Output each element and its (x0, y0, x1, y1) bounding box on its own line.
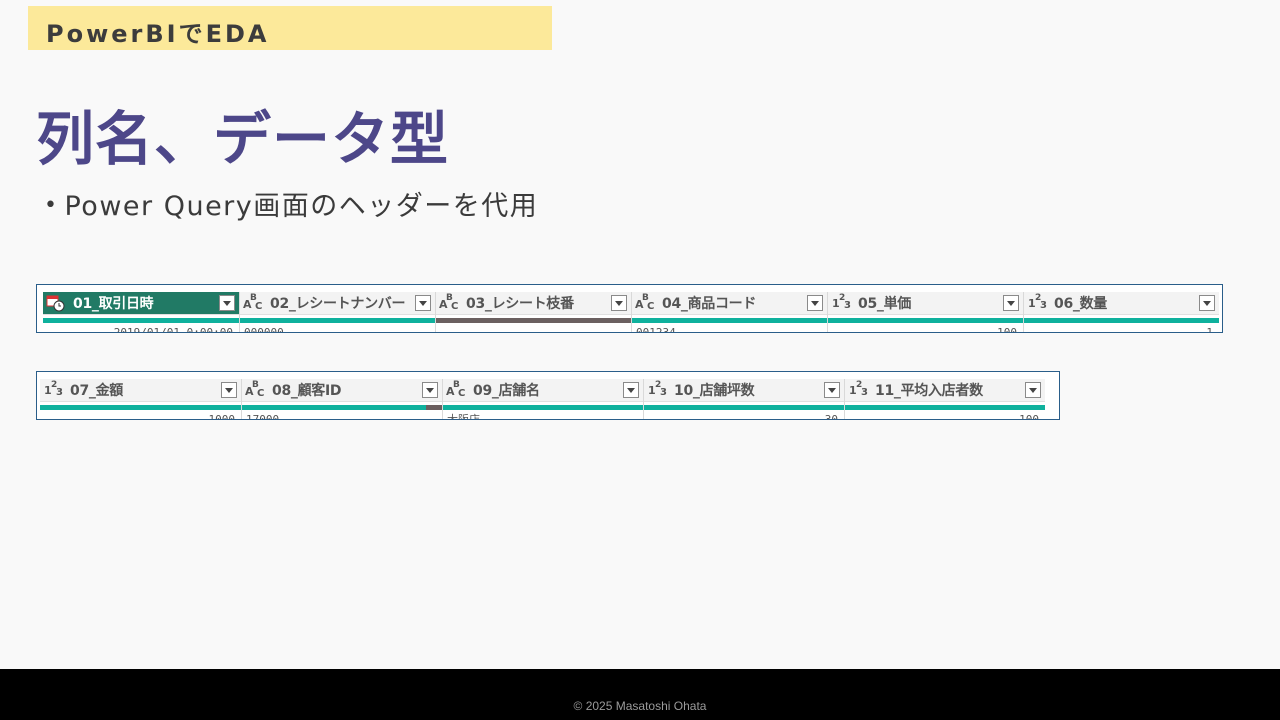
cell-peek: 001234 (636, 326, 676, 333)
column-name: 04_商品コード (662, 296, 757, 312)
column-filter-dropdown-icon[interactable] (221, 382, 237, 398)
text-type-icon[interactable]: ABC (243, 293, 265, 313)
column-name: 07_金額 (70, 383, 123, 399)
column-filter-dropdown-icon[interactable] (807, 295, 823, 311)
bullet-item: • Power Query画面のヘッダーを代用 (44, 184, 538, 223)
bullet-dot-icon: • (44, 193, 59, 218)
column-quality-bar (845, 405, 1045, 410)
column-quality-bar (40, 405, 241, 410)
column-quality-bar (240, 318, 435, 323)
cell-peek (436, 325, 631, 332)
number-type-icon[interactable]: 123 (1027, 293, 1049, 313)
column-02-header[interactable]: ABC 02_レシートナンバー 000000 (239, 292, 435, 332)
section-tag-label: PowerBIでEDA (46, 20, 270, 48)
column-quality-bar (43, 318, 239, 323)
column-name: 11_平均入店者数 (875, 383, 983, 399)
bullet-text: Power Query画面のヘッダーを代用 (64, 191, 539, 222)
column-03-header[interactable]: ABC 03_レシート枝番 (435, 292, 631, 332)
cell-peek: 100 (997, 326, 1017, 333)
column-name: 10_店舗坪数 (674, 383, 755, 399)
column-filter-dropdown-icon[interactable] (422, 382, 438, 398)
column-quality-bar (443, 405, 643, 410)
column-08-header[interactable]: ABC 08_顧客ID 17000 (241, 379, 442, 419)
footer-bar: © 2025 Masatoshi Ohata (0, 669, 1280, 720)
text-type-icon[interactable]: ABC (245, 380, 267, 400)
slide-title: 列名、データ型 (36, 105, 450, 173)
column-07-header[interactable]: 123 07_金額 1000 (40, 379, 241, 419)
text-type-icon[interactable]: ABC (446, 380, 468, 400)
cell-peek: 000000 (244, 326, 284, 333)
number-type-icon[interactable]: 123 (848, 380, 870, 400)
cell-peek: 100 (1019, 413, 1039, 420)
column-quality-bar (644, 405, 844, 410)
column-filter-dropdown-icon[interactable] (1199, 295, 1215, 311)
column-name: 01_取引日時 (73, 296, 154, 312)
column-name: 02_レシートナンバー (270, 296, 406, 312)
column-09-header[interactable]: ABC 09_店舗名 大阪店 (442, 379, 643, 419)
cell-peek: 30 (824, 413, 838, 420)
number-type-icon[interactable]: 123 (831, 293, 853, 313)
column-filter-dropdown-icon[interactable] (1025, 382, 1041, 398)
column-filter-dropdown-icon[interactable] (415, 295, 431, 311)
column-05-header[interactable]: 123 05_単価 100 (827, 292, 1023, 332)
column-quality-bar (828, 318, 1023, 323)
text-type-icon[interactable]: ABC (635, 293, 657, 313)
column-filter-dropdown-icon[interactable] (623, 382, 639, 398)
column-11-header[interactable]: 123 11_平均入店者数 100 (844, 379, 1045, 419)
column-quality-bar (242, 405, 442, 410)
column-name: 08_顧客ID (272, 383, 342, 399)
column-06-header[interactable]: 123 06_数量 1 (1023, 292, 1219, 332)
column-name: 06_数量 (1054, 296, 1107, 312)
column-filter-dropdown-icon[interactable] (824, 382, 840, 398)
column-name: 03_レシート枝番 (466, 296, 574, 312)
column-filter-dropdown-icon[interactable] (219, 295, 235, 311)
cell-peek: 大阪店 (447, 413, 480, 420)
column-quality-bar (1024, 318, 1219, 323)
cell-peek: 2019/01/01 0:00:00 (113, 326, 233, 333)
column-quality-bar (436, 318, 631, 323)
datetime-type-icon[interactable] (46, 293, 68, 313)
column-name: 09_店舗名 (473, 383, 540, 399)
column-filter-dropdown-icon[interactable] (1003, 295, 1019, 311)
column-name: 05_単価 (858, 296, 911, 312)
column-quality-bar (632, 318, 827, 323)
section-tag: PowerBIでEDA (28, 6, 552, 50)
cell-peek: 17000 (246, 413, 280, 420)
column-filter-dropdown-icon[interactable] (611, 295, 627, 311)
number-type-icon[interactable]: 123 (647, 380, 669, 400)
power-query-header-strip-2: 123 07_金額 1000 ABC 08_顧客ID 17000 ABC 09_… (36, 371, 1060, 420)
cell-peek: 1 (1206, 326, 1213, 333)
cell-peek: 1000 (208, 413, 236, 420)
column-01-header[interactable]: 01_取引日時 2019/01/01 0:00:00 (43, 292, 239, 332)
text-type-icon[interactable]: ABC (439, 293, 461, 313)
number-type-icon[interactable]: 123 (43, 380, 65, 400)
power-query-header-strip-1: 01_取引日時 2019/01/01 0:00:00 ABC 02_レシートナン… (36, 284, 1223, 333)
copyright-text: © 2025 Masatoshi Ohata (573, 699, 707, 713)
column-10-header[interactable]: 123 10_店舗坪数 30 (643, 379, 844, 419)
column-04-header[interactable]: ABC 04_商品コード 001234 (631, 292, 827, 332)
